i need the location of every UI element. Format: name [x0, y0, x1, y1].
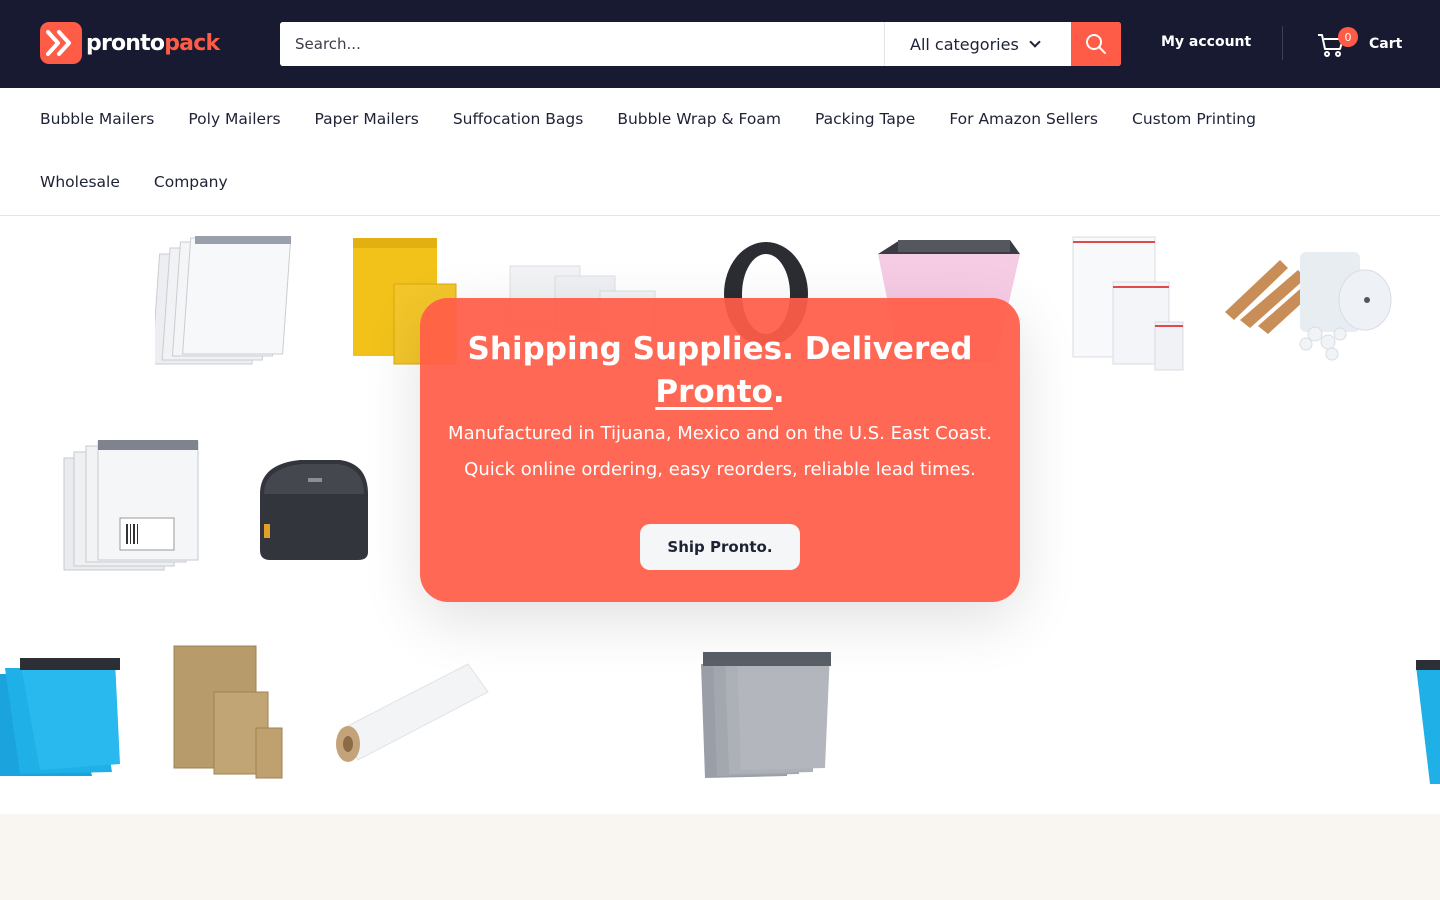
cart-count-badge: 0: [1338, 27, 1358, 47]
header-divider: [1282, 26, 1283, 60]
my-account-link[interactable]: My account: [1161, 34, 1251, 50]
resealable-bags-image: [1072, 236, 1184, 371]
next-section-band: [0, 814, 1440, 900]
nav-item-suffocation-bags[interactable]: Suffocation Bags: [453, 108, 584, 130]
category-select[interactable]: All categories: [884, 22, 1071, 66]
hero-promo-card: Shipping Supplies. Delivered Pronto. Man…: [420, 298, 1020, 602]
hero-subtitle: Manufactured in Tijuana, Mexico and on t…: [448, 423, 992, 480]
nav-item-paper-mailers[interactable]: Paper Mailers: [315, 108, 419, 130]
nav-item-bubble-mailers[interactable]: Bubble Mailers: [40, 108, 154, 130]
logo-wordmark: prontopack: [86, 30, 220, 56]
search-icon: [1086, 34, 1106, 54]
cart-label: Cart: [1369, 36, 1403, 52]
logo-chevrons-icon: [40, 22, 82, 64]
category-select-value: All categories: [910, 34, 1019, 54]
nav-item-wholesale[interactable]: Wholesale: [40, 171, 120, 193]
search-bar: All categories: [280, 22, 1121, 66]
nav-item-bubble-wrap-foam[interactable]: Bubble Wrap & Foam: [617, 108, 781, 130]
search-input[interactable]: [280, 22, 884, 66]
blue-mailer-edge-image: [1416, 660, 1440, 784]
kraft-bubble-mailers-image: [173, 645, 283, 779]
blue-poly-mailers-image: [0, 658, 120, 776]
grey-poly-mailers-image: [701, 652, 831, 778]
chevron-down-icon: [1029, 36, 1041, 48]
site-header: prontopack All categories My account 0 C…: [0, 0, 1440, 88]
category-nav: Bubble Mailers Poly Mailers Paper Mailer…: [0, 88, 1440, 216]
prontopack-logo[interactable]: prontopack: [40, 22, 220, 64]
nav-item-poly-mailers[interactable]: Poly Mailers: [188, 108, 280, 130]
cart-button[interactable]: 0 Cart: [1316, 26, 1402, 62]
cart-icon: 0: [1316, 27, 1358, 59]
nav-row-1: Bubble Mailers Poly Mailers Paper Mailer…: [40, 108, 1290, 130]
hero-title-highlight: Pronto: [655, 374, 773, 410]
hero-title: Shipping Supplies. Delivered Pronto.: [467, 331, 973, 410]
nav-item-custom-printing[interactable]: Custom Printing: [1132, 108, 1256, 130]
label-poly-mailers-image: [63, 440, 199, 571]
nav-item-amazon-sellers[interactable]: For Amazon Sellers: [949, 108, 1098, 130]
nav-item-company[interactable]: Company: [154, 171, 228, 193]
stretch-wrap-roll-image: [336, 663, 489, 762]
hero-section: Shipping Supplies. Delivered Pronto. Man…: [0, 216, 1440, 814]
ship-pronto-button[interactable]: Ship Pronto.: [640, 524, 800, 570]
bubble-wrap-foam-image: [1225, 252, 1392, 361]
white-poly-mailers-image: [155, 236, 292, 365]
nav-item-packing-tape[interactable]: Packing Tape: [815, 108, 915, 130]
search-button[interactable]: [1071, 22, 1121, 66]
nav-row-2: Wholesale Company: [40, 171, 262, 193]
label-printer-image: [260, 460, 368, 560]
